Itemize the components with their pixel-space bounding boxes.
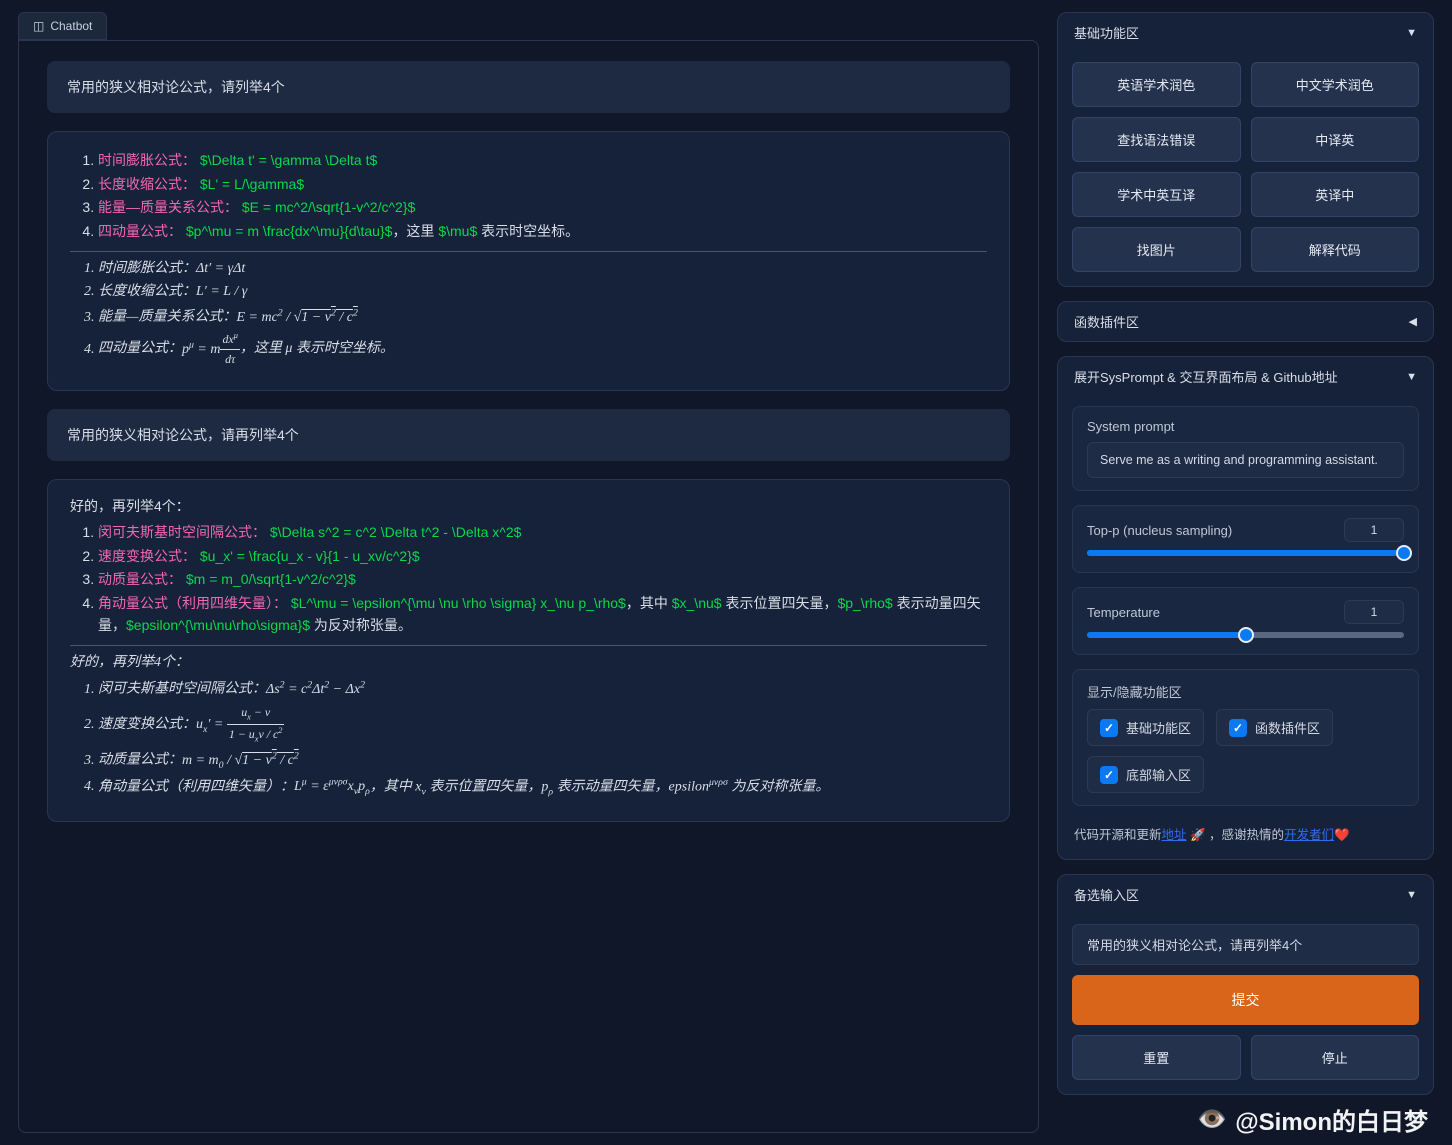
topp-slider[interactable]	[1087, 550, 1404, 556]
topp-box: Top-p (nucleus sampling) 1	[1072, 505, 1419, 573]
check-plugins[interactable]: ✓函数插件区	[1216, 709, 1333, 746]
plugins-panel: 函数插件区 ◀	[1057, 301, 1434, 342]
devs-link[interactable]: 开发者们	[1284, 828, 1334, 842]
check-bottom[interactable]: ✓底部输入区	[1087, 756, 1204, 793]
tab-label: Chatbot	[50, 19, 92, 33]
fn-chinese-polish[interactable]: 中文学术润色	[1251, 62, 1420, 107]
bot-message-1: 时间膨胀公式： $\Delta t' = \gamma \Delta t$ 长度…	[47, 131, 1010, 391]
fn-explain-code[interactable]: 解释代码	[1251, 227, 1420, 272]
topp-value[interactable]: 1	[1344, 518, 1404, 542]
chat-icon: ◫	[33, 19, 44, 33]
user-message-2: 常用的狭义相对论公式，请再列举4个	[47, 409, 1010, 461]
chevron-down-icon: ▼	[1406, 27, 1417, 39]
fn-zh-to-en[interactable]: 中译英	[1251, 117, 1420, 162]
fn-english-polish[interactable]: 英语学术润色	[1072, 62, 1241, 107]
temperature-value[interactable]: 1	[1344, 600, 1404, 624]
stop-button[interactable]: 停止	[1251, 1035, 1420, 1080]
chevron-down-icon: ▼	[1406, 371, 1417, 383]
chevron-left-icon: ◀	[1409, 315, 1417, 328]
watermark: 👁️ @Simon的白日梦	[1197, 1102, 1428, 1137]
visibility-box: 显示/隐藏功能区 ✓基础功能区 ✓函数插件区 ✓底部输入区	[1072, 669, 1419, 806]
chatbot-tab[interactable]: ◫ Chatbot	[18, 12, 107, 40]
submit-button[interactable]: 提交	[1072, 975, 1419, 1025]
check-basic[interactable]: ✓基础功能区	[1087, 709, 1204, 746]
basic-functions-panel: 基础功能区 ▼ 英语学术润色 中文学术润色 查找语法错误 中译英 学术中英互译 …	[1057, 12, 1434, 287]
fn-grammar-check[interactable]: 查找语法错误	[1072, 117, 1241, 162]
credit-line: 代码开源和更新地址 🚀 ，感谢热情的开发者们❤️	[1072, 820, 1419, 845]
system-prompt-input[interactable]: Serve me as a writing and programming as…	[1087, 442, 1404, 478]
chat-container: 常用的狭义相对论公式，请列举4个 时间膨胀公式： $\Delta t' = \g…	[18, 40, 1039, 1133]
fn-en-to-zh[interactable]: 英译中	[1251, 172, 1420, 217]
temperature-box: Temperature 1	[1072, 587, 1419, 655]
user-message-1: 常用的狭义相对论公式，请列举4个	[47, 61, 1010, 113]
input-panel: 备选输入区 ▼ 提交 重置 停止	[1057, 874, 1434, 1095]
fn-find-image[interactable]: 找图片	[1072, 227, 1241, 272]
sysprompt-accordion[interactable]: 展开SysPrompt & 交互界面布局 & Github地址 ▼	[1058, 357, 1433, 396]
repo-link[interactable]: 地址	[1162, 828, 1187, 842]
bot-message-2: 好的，再列举4个： 闵可夫斯基时空间隔公式： $\Delta s^2 = c^2…	[47, 479, 1010, 822]
chevron-down-icon: ▼	[1406, 889, 1417, 901]
system-prompt-box: System prompt Serve me as a writing and …	[1072, 406, 1419, 491]
input-accordion[interactable]: 备选输入区 ▼	[1058, 875, 1433, 914]
basic-accordion[interactable]: 基础功能区 ▼	[1058, 13, 1433, 52]
weibo-icon: 👁️	[1197, 1105, 1227, 1134]
plugins-accordion[interactable]: 函数插件区 ◀	[1058, 302, 1433, 341]
sysprompt-panel: 展开SysPrompt & 交互界面布局 & Github地址 ▼ System…	[1057, 356, 1434, 860]
fn-academic-trans[interactable]: 学术中英互译	[1072, 172, 1241, 217]
temperature-slider[interactable]	[1087, 632, 1404, 638]
reset-button[interactable]: 重置	[1072, 1035, 1241, 1080]
alt-input[interactable]	[1072, 924, 1419, 965]
